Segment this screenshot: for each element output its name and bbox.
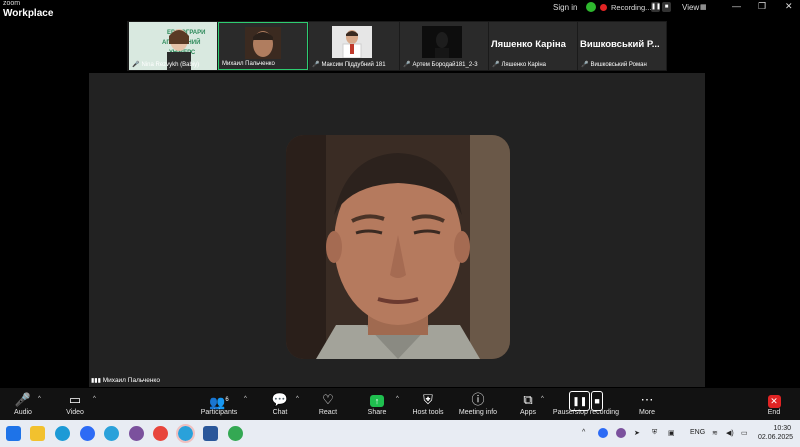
recording-dot-icon: [600, 4, 607, 11]
windows-taskbar: ^ ➤ ⛨ ▣ ENG ≋ ◀) ▭ 10:30 02.06.2025: [0, 420, 800, 447]
zoom-window: zoom Workplace Sign in Recording... ❚❚ ■…: [0, 0, 800, 447]
participant-tile[interactable]: ЕРО ОГРАРИ АГРАР ЧНИЙ УНІВЕРС 🎤Nina Rezv…: [129, 22, 217, 70]
react-button[interactable]: ♡ React: [313, 388, 343, 420]
participant-tile[interactable]: Ляшенко Каріна 🎤 Ляшенко Каріна: [489, 22, 577, 70]
view-menu[interactable]: View: [682, 3, 699, 12]
video-camera-icon: ▭: [68, 392, 82, 407]
chrome-icon[interactable]: [153, 426, 168, 441]
encryption-shield-icon[interactable]: [586, 2, 596, 12]
signal-bars-icon: ▮▮▮: [91, 378, 101, 384]
minimize-icon[interactable]: —: [732, 1, 741, 11]
edge-browser-icon[interactable]: [55, 426, 70, 441]
view-grid-icon[interactable]: ▦: [700, 3, 707, 11]
apps-options-chevron-icon[interactable]: ^: [541, 396, 544, 402]
tray-overflow-chevron-icon[interactable]: ^: [582, 429, 585, 436]
pause-stop-recording-button[interactable]: ❚❚ ■ Pause/stop recording: [552, 388, 620, 420]
participant-name: 🎤 Вишковський Роман: [581, 62, 647, 68]
chrome-profile-icon[interactable]: [228, 426, 243, 441]
participant-name: 🎤 Ляшенко Каріна: [492, 62, 546, 68]
muted-microphone-icon: 🎤: [14, 392, 32, 407]
start-menu-icon[interactable]: [6, 426, 21, 441]
viber-icon[interactable]: [129, 426, 144, 441]
host-tools-button[interactable]: ⛨ Host tools: [410, 388, 446, 420]
participant-display-name: Ляшенко Каріна: [491, 39, 566, 50]
heart-icon: ♡: [322, 392, 334, 407]
muted-mic-icon: 🎤: [492, 62, 500, 68]
audio-button[interactable]: 🎤 Audio: [8, 388, 38, 420]
participant-tile[interactable]: 🎤 Артем Бородай181_2-3: [400, 22, 488, 70]
system-clock[interactable]: 10:30 02.06.2025: [758, 424, 793, 442]
muted-mic-icon: 🎤: [581, 62, 589, 68]
share-button[interactable]: ↑ Share: [362, 388, 392, 420]
shield-icon: ⛨: [423, 392, 433, 407]
video-button[interactable]: ▭ Video: [60, 388, 90, 420]
clock-date: 02.06.2025: [758, 434, 794, 441]
file-explorer-icon[interactable]: [30, 426, 45, 441]
participants-icon: 👥6: [209, 394, 229, 410]
more-button[interactable]: ⋯ More: [633, 388, 661, 420]
muted-mic-icon: 🎤: [403, 62, 411, 68]
participant-video: [332, 26, 372, 58]
title-bar: zoom Workplace Sign in Recording... ❚❚ ■…: [0, 0, 800, 19]
participants-button[interactable]: 👥6 Participants: [198, 388, 240, 420]
speaker-face-image: [286, 135, 510, 359]
tray-app-icon[interactable]: ▣: [668, 429, 675, 437]
volume-icon[interactable]: ◀): [726, 429, 734, 437]
participant-name: 🎤 Артем Бородай181_2-3: [403, 62, 478, 68]
participant-tile-active[interactable]: Михаил Пальченко: [218, 22, 308, 70]
participant-video: [245, 27, 281, 59]
tray-zoom-icon[interactable]: [598, 428, 608, 438]
end-call-icon: ✕: [762, 391, 786, 409]
recording-status[interactable]: Recording...: [611, 3, 651, 12]
pause-recording-icon[interactable]: ❚❚: [651, 2, 661, 12]
wifi-icon[interactable]: ≋: [712, 429, 718, 437]
more-dots-icon: ⋯: [640, 392, 654, 407]
tray-viber-icon[interactable]: [616, 428, 626, 438]
chat-button[interactable]: 💬 Chat: [266, 388, 294, 420]
zoom-logo: zoom Workplace: [3, 0, 53, 19]
participant-display-name: Вишковський Р...: [580, 39, 660, 50]
participant-name: 🎤 Nina Rezvykh (Babiy): [132, 62, 200, 68]
participant-video: [422, 26, 462, 58]
muted-mic-icon: 🎤: [312, 62, 320, 68]
participant-tile[interactable]: 🎤 Максим Піддубний 181: [309, 22, 399, 70]
pause-stop-icon: ❚❚ ■: [552, 391, 620, 411]
participant-name: 🎤 Максим Піддубний 181: [312, 62, 386, 68]
speaker-name-label: ▮▮▮ Михаил Пальченко: [91, 377, 160, 384]
share-screen-icon: ↑: [362, 391, 392, 409]
battery-icon[interactable]: ▭: [741, 429, 748, 437]
tray-telegram-icon[interactable]: ➤: [634, 429, 640, 437]
telegram-active-icon[interactable]: [176, 424, 195, 443]
apps-button[interactable]: ⧉ Apps: [514, 388, 542, 420]
stop-recording-icon[interactable]: ■: [662, 2, 671, 12]
muted-mic-icon: 🎤: [132, 62, 140, 68]
meeting-toolbar: 🎤 Audio ^ ▭ Video ^ 👥6 Participants ^ 💬 …: [0, 388, 800, 420]
close-icon[interactable]: ✕: [785, 1, 793, 12]
meeting-info-button[interactable]: ⓘ Meeting info: [456, 388, 500, 420]
restore-icon[interactable]: ❐: [758, 1, 766, 12]
video-options-chevron-icon[interactable]: ^: [93, 396, 96, 402]
input-language[interactable]: ENG: [690, 429, 705, 436]
word-icon[interactable]: [203, 426, 218, 441]
logo-zoom-text: zoom: [3, 0, 21, 7]
chat-options-chevron-icon[interactable]: ^: [296, 396, 299, 402]
active-speaker-video[interactable]: [286, 135, 510, 359]
telegram-icon[interactable]: [104, 426, 119, 441]
audio-options-chevron-icon[interactable]: ^: [38, 396, 41, 402]
chat-bubble-icon: 💬: [271, 392, 289, 407]
participants-options-chevron-icon[interactable]: ^: [244, 396, 247, 402]
sign-in-link[interactable]: Sign in: [553, 3, 577, 12]
clock-time: 10:30: [773, 425, 792, 432]
logo-workplace-text: Workplace: [3, 8, 54, 19]
share-options-chevron-icon[interactable]: ^: [396, 396, 399, 402]
end-meeting-button[interactable]: ✕ End: [762, 388, 786, 420]
participant-name: Михаил Пальченко: [222, 61, 275, 67]
participant-tile[interactable]: Вишковський Р... 🎤 Вишковський Роман: [578, 22, 666, 70]
apps-icon: ⧉: [523, 392, 533, 407]
zoom-app-icon[interactable]: [80, 426, 95, 441]
info-icon: ⓘ: [471, 392, 485, 407]
tray-defender-icon[interactable]: ⛨: [652, 429, 657, 437]
